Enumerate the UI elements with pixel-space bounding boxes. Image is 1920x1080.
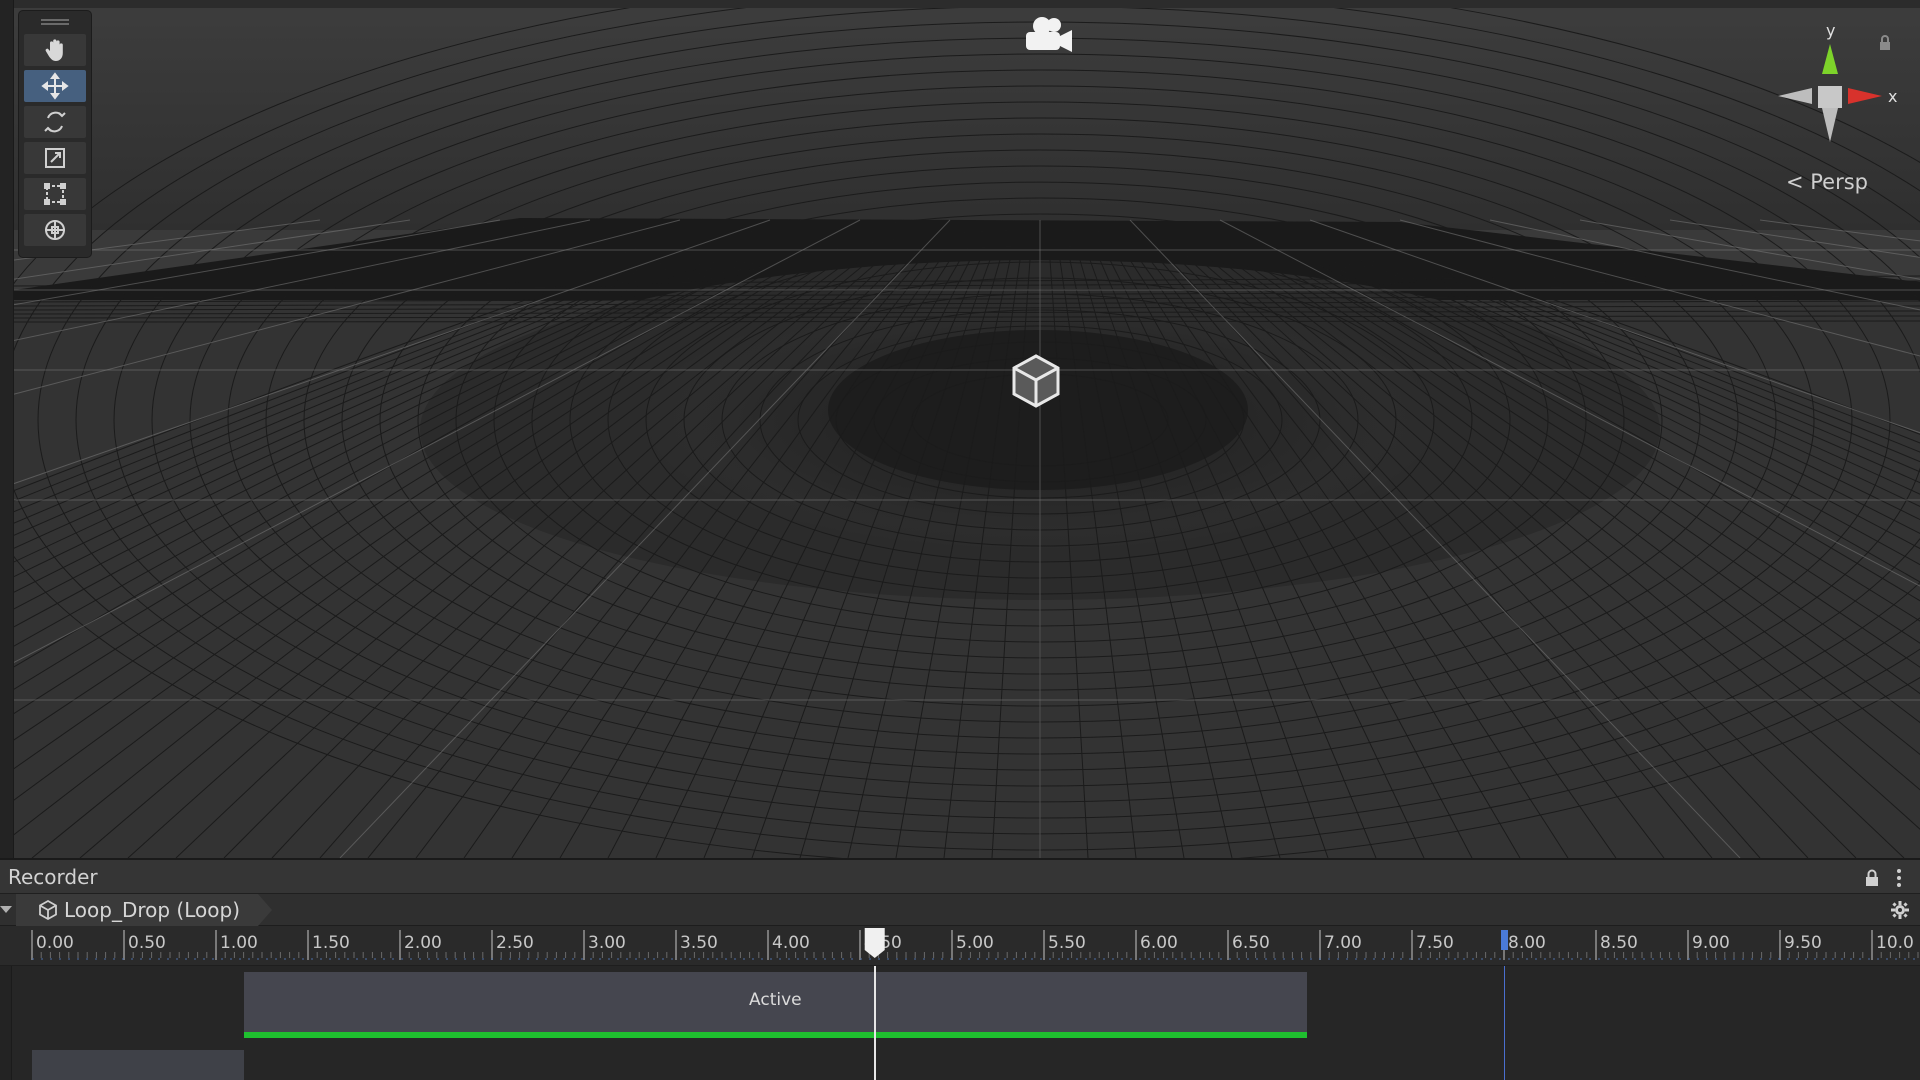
chevron-down-icon[interactable] [0,906,12,913]
ruler-label: 5.00 [956,933,994,953]
scene-view[interactable]: y x < Persp [0,0,1920,858]
move-arrows-icon [41,72,69,100]
playhead-handle[interactable] [864,928,885,958]
gizmo-neg-y-axis [1822,108,1838,142]
scale-icon [45,148,65,168]
transform-all-icon [45,220,65,240]
scale-tool-button[interactable] [23,141,87,175]
rotate-tool-button[interactable] [23,105,87,139]
ruler-label: 0.00 [36,933,74,953]
gizmo-x-axis [1848,88,1882,104]
scene-left-border [0,0,14,858]
ruler-label: 7.50 [1416,933,1454,953]
rotate-icon [44,111,66,133]
end-marker-line[interactable] [1504,966,1505,1080]
gizmo-neg-x-axis [1778,88,1812,104]
ruler-label: 1.00 [220,933,258,953]
tool-palette [18,10,92,258]
ruler-label: 7.00 [1324,933,1362,953]
scene-top-border [0,0,1920,8]
lower-track-clip[interactable] [32,1050,244,1080]
rect-transform-icon [44,183,66,205]
recorder-header: Recorder [0,860,1920,894]
prefab-cube-icon [39,899,57,921]
recorder-title[interactable]: Recorder [8,865,98,889]
transform-tool-button[interactable] [23,213,87,247]
ruler-label: 0.50 [128,933,166,953]
gizmo-center [1818,86,1842,108]
timeline-tracks[interactable]: Active [0,966,1920,1080]
ruler-label: 6.00 [1140,933,1178,953]
rect-tool-button[interactable] [23,177,87,211]
move-tool-button[interactable] [23,69,87,103]
active-clip[interactable]: Active [243,972,1308,1038]
ruler-label: 9.00 [1692,933,1730,953]
ruler-label: 3.00 [588,933,626,953]
breadcrumb-item-loop-drop[interactable]: Loop_Drop (Loop) [16,894,272,926]
panel-lock-icon[interactable] [1864,869,1880,887]
hand-tool-button[interactable] [23,33,87,67]
ruler-label: 4.00 [772,933,810,953]
ruler-label: 6.50 [1232,933,1270,953]
ruler-label: 3.50 [680,933,718,953]
ruler-label: 1.50 [312,933,350,953]
tool-palette-grip-icon[interactable] [41,19,69,25]
breadcrumb: Loop_Drop (Loop) [0,894,1920,926]
recorder-panel: Recorder Loop_Drop (Loop) 0.00 0.50 1.00 1.… [0,858,1920,1080]
gizmo-lock-icon[interactable] [1878,34,1892,52]
ruler-label: 5.50 [1048,933,1086,953]
hand-icon [45,39,63,61]
timeline-ruler[interactable]: 0.000.501.001.502.002.503.003.504.004.50… [0,926,1920,966]
playhead-line[interactable] [873,966,876,1080]
ruler-label: 2.50 [496,933,534,953]
gizmo-x-label: x [1888,87,1897,106]
breadcrumb-label: Loop_Drop (Loop) [64,898,240,922]
ruler-label: 9.50 [1784,933,1822,953]
projection-toggle[interactable]: < Persp [1786,170,1868,194]
ruler-ticks: 0.000.501.001.502.002.503.003.504.004.50… [31,928,1920,960]
gizmo-y-axis [1822,44,1838,74]
gizmo-y-label: y [1826,22,1835,40]
track-header-strip [0,966,12,1080]
wireframe-terrain[interactable] [0,0,1920,858]
clip-progress-bar [243,1032,1308,1038]
gear-icon[interactable] [1890,900,1910,920]
panel-menu-icon[interactable] [1896,868,1902,888]
end-marker-handle[interactable] [1501,930,1508,950]
ruler-label: 8.50 [1600,933,1638,953]
ruler-label: 10.0 [1876,933,1914,953]
clip-label: Active [749,990,802,1010]
ruler-label: 8.00 [1508,933,1546,953]
camera-icon[interactable] [1020,14,1078,58]
cube-wireframe-icon[interactable] [1012,354,1060,408]
ruler-label: 2.00 [404,933,442,953]
unity-editor-window: { "scene": { "camera_icon": "camera-icon… [0,0,1920,1080]
